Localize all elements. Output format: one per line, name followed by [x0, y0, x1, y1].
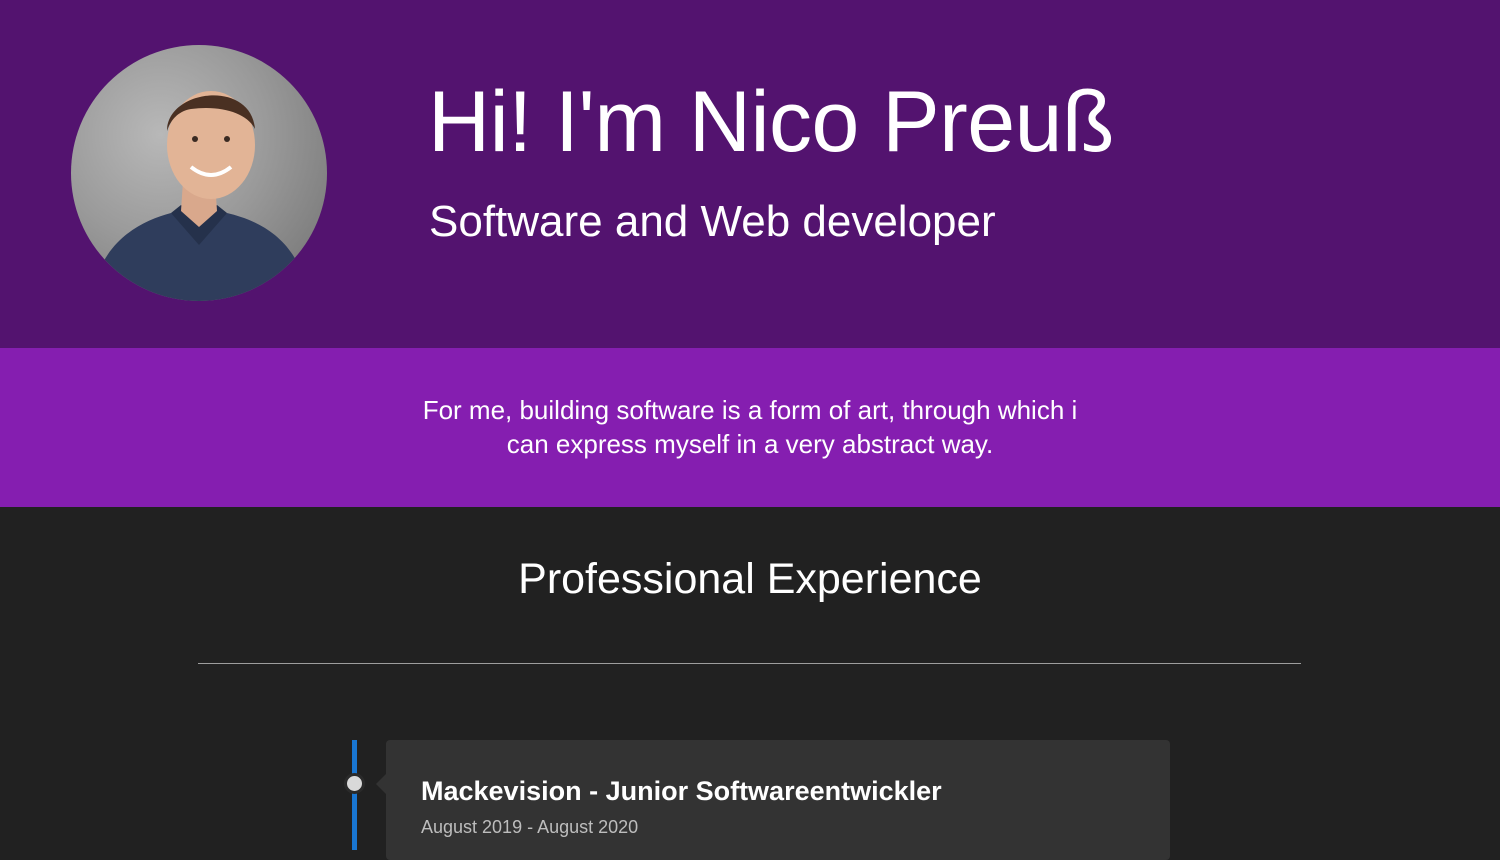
avatar	[71, 45, 327, 301]
experience-section: Professional Experience Mackevision - Ju…	[0, 507, 1500, 860]
timeline-dot	[344, 773, 365, 794]
section-divider	[198, 663, 1301, 664]
hero-title: Hi! I'm Nico Preuß	[428, 74, 1114, 170]
experience-title: Mackevision - Junior Softwareentwickler	[421, 776, 942, 806]
profile-photo-icon	[91, 91, 309, 301]
card-pointer	[376, 774, 386, 794]
hero-subtitle: Software and Web developer	[429, 197, 996, 246]
quote-text: For me, building software is a form of a…	[422, 395, 1078, 459]
experience-card[interactable]: Mackevision - Junior Softwareentwickler …	[386, 740, 1170, 860]
experience-dates: August 2019 - August 2020	[421, 817, 639, 837]
hero-header: Hi! I'm Nico Preuß Software and Web deve…	[0, 0, 1500, 348]
section-title: Professional Experience	[518, 555, 982, 603]
timeline-line	[352, 740, 357, 850]
quote-section: For me, building software is a form of a…	[0, 348, 1500, 507]
